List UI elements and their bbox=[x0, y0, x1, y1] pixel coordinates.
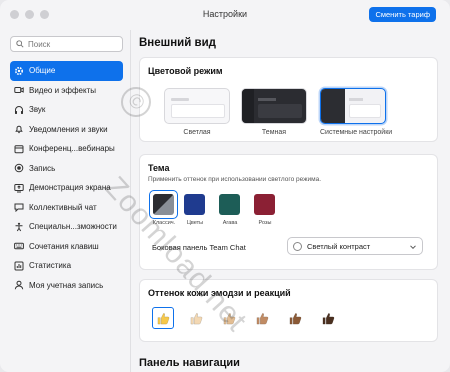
theme-card: Тема Применить оттенок при использовании… bbox=[139, 154, 438, 270]
skin-tone-title: Оттенок кожи эмодзи и реакций bbox=[148, 288, 291, 298]
light-mode-preview bbox=[164, 88, 230, 124]
color-mode-label: Светлая bbox=[183, 129, 211, 136]
sidebar-item-label: Звук bbox=[29, 105, 46, 115]
headphones-icon bbox=[15, 105, 23, 114]
bell-icon bbox=[15, 125, 23, 134]
skin-tone-option[interactable] bbox=[284, 307, 306, 329]
sidebar-item-audio[interactable]: Звук bbox=[10, 100, 123, 120]
sidebar-item-label: Специальн...зможности bbox=[29, 222, 117, 232]
sidebar-item-team-chat[interactable]: Коллективный чат bbox=[10, 198, 123, 218]
sidebar-item-meetings[interactable]: Конференц...вебинары bbox=[10, 139, 123, 159]
sidebar-item-label: Конференц...вебинары bbox=[29, 144, 115, 154]
sidebar-item-notifications[interactable]: Уведомления и звуки bbox=[10, 120, 123, 140]
color-mode-label: Системные настройки bbox=[320, 129, 393, 136]
thumbs-up-icon bbox=[190, 312, 202, 324]
dark-mode-preview bbox=[241, 88, 307, 124]
sidebar-item-recording[interactable]: Запись bbox=[10, 159, 123, 179]
theme-subtitle: Применить оттенок при использовании свет… bbox=[148, 176, 322, 183]
video-icon bbox=[14, 87, 24, 94]
page-title: Внешний вид bbox=[139, 37, 216, 49]
thumbs-up-icon bbox=[256, 312, 268, 324]
sidebar-item-label: Моя учетная запись bbox=[29, 280, 104, 290]
search-placeholder: Поиск bbox=[28, 40, 51, 49]
sidebar-item-account[interactable]: Моя учетная запись bbox=[10, 276, 123, 296]
thumbs-up-icon bbox=[157, 312, 169, 324]
team-chat-sidebar-select[interactable]: Светлый контраст bbox=[287, 237, 423, 255]
main-panel: Внешний вид Цветовой режим Светлая Темна… bbox=[131, 30, 450, 372]
color-mode-title: Цветовой режим bbox=[148, 66, 223, 76]
sidebar-item-shortcuts[interactable]: Сочетания клавиш bbox=[10, 237, 123, 257]
sidebar-item-label: Сочетания клавиш bbox=[29, 241, 99, 251]
search-input[interactable]: Поиск bbox=[10, 36, 123, 52]
upgrade-plan-button[interactable]: Сменить тариф bbox=[369, 7, 436, 22]
navigation-panel-heading: Панель навигации bbox=[139, 357, 240, 369]
theme-swatch-label: Розы bbox=[258, 220, 272, 226]
sidebar-item-statistics[interactable]: Статистика bbox=[10, 256, 123, 276]
sidebar-item-screen-share[interactable]: Демонстрация экрана bbox=[10, 178, 123, 198]
account-icon bbox=[14, 280, 24, 290]
color-mode-system[interactable]: Системные настройки bbox=[320, 88, 393, 136]
skin-tone-option[interactable] bbox=[185, 307, 207, 329]
gear-icon bbox=[14, 66, 24, 75]
color-mode-light[interactable]: Светлая bbox=[164, 88, 230, 136]
team-chat-sidebar-value: Светлый контраст bbox=[307, 242, 371, 251]
color-mode-label: Темная bbox=[261, 129, 287, 136]
color-mode-card: Цветовой режим Светлая Темная Системные … bbox=[139, 57, 438, 142]
accessibility-icon bbox=[15, 222, 23, 232]
keyboard-icon bbox=[14, 242, 24, 250]
skin-tone-card: Оттенок кожи эмодзи и реакций bbox=[139, 279, 438, 342]
skin-tone-option[interactable] bbox=[251, 307, 273, 329]
thumbs-up-icon bbox=[322, 312, 334, 324]
chevron-down-icon bbox=[410, 245, 416, 250]
sidebar-item-label: Демонстрация экрана bbox=[29, 183, 111, 193]
skin-tone-option[interactable] bbox=[218, 307, 240, 329]
sidebar-item-label: Запись bbox=[29, 163, 56, 173]
system-mode-preview bbox=[320, 88, 386, 124]
share-screen-icon bbox=[14, 183, 24, 193]
theme-swatch-agave[interactable] bbox=[219, 194, 240, 215]
theme-swatch-label: Классич. bbox=[152, 220, 176, 226]
sidebar-item-video[interactable]: Видео и эффекты bbox=[10, 81, 123, 101]
title-bar: Настройки Сменить тариф bbox=[0, 0, 450, 30]
settings-window: Настройки Сменить тариф Поиск Общие Виде… bbox=[0, 0, 450, 372]
chat-icon bbox=[14, 203, 24, 213]
theme-swatch-label: Агава bbox=[222, 220, 238, 226]
calendar-icon bbox=[14, 145, 24, 154]
thumbs-up-icon bbox=[223, 312, 235, 324]
theme-swatch-roses[interactable] bbox=[254, 194, 275, 215]
color-mode-dark[interactable]: Темная bbox=[241, 88, 307, 136]
skin-tone-option[interactable] bbox=[152, 307, 174, 329]
sidebar-item-label: Общие bbox=[29, 66, 56, 76]
sidebar-item-general[interactable]: Общие bbox=[10, 61, 123, 81]
search-icon bbox=[16, 40, 24, 48]
contrast-icon bbox=[293, 242, 302, 251]
sidebar: Поиск Общие Видео и эффекты Звук Уведомл… bbox=[0, 30, 128, 372]
sidebar-item-label: Уведомления и звуки bbox=[29, 124, 108, 134]
record-icon bbox=[14, 163, 24, 173]
sidebar-item-accessibility[interactable]: Специальн...зможности bbox=[10, 217, 123, 237]
sidebar-item-label: Статистика bbox=[29, 261, 72, 271]
theme-title: Тема bbox=[148, 163, 170, 173]
sidebar-item-label: Видео и эффекты bbox=[29, 85, 96, 95]
sidebar-item-label: Коллективный чат bbox=[29, 202, 97, 212]
thumbs-up-icon bbox=[289, 312, 301, 324]
theme-swatch-label: Цветы bbox=[186, 220, 204, 226]
theme-swatch-classic[interactable] bbox=[153, 194, 174, 215]
sidebar-nav: Общие Видео и эффекты Звук Уведомления и… bbox=[10, 61, 123, 295]
theme-swatch-flowers[interactable] bbox=[184, 194, 205, 215]
statistics-icon bbox=[14, 261, 24, 271]
team-chat-sidebar-label: Боковая панель Team Chat bbox=[152, 243, 246, 252]
skin-tone-option[interactable] bbox=[317, 307, 339, 329]
